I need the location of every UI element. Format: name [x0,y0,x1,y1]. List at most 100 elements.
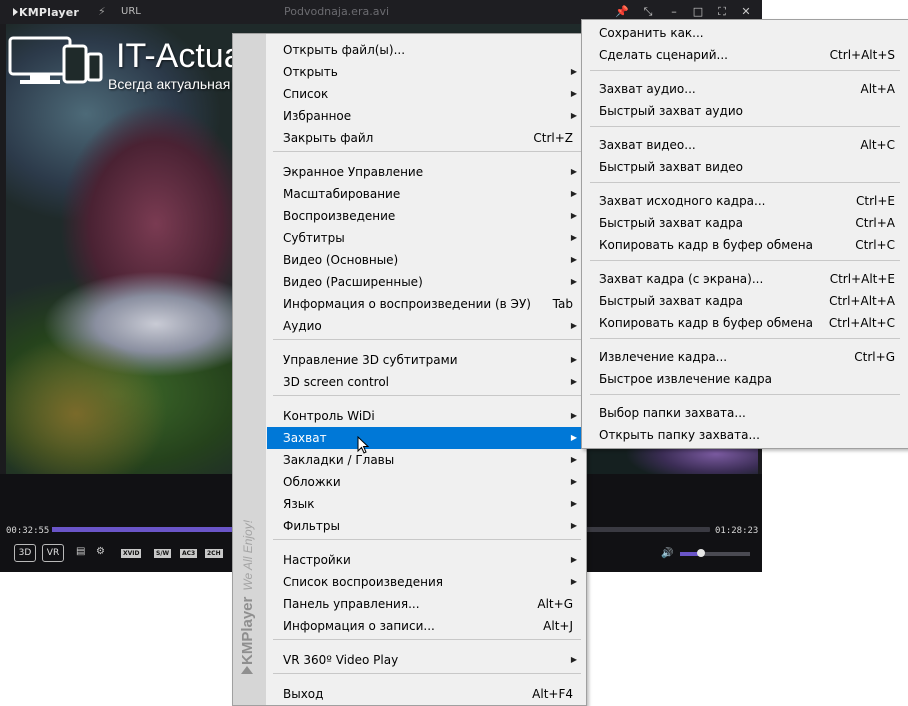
menu-item-26[interactable]: Выход Alt+F4 [267,683,585,705]
menu-item-label: Открыть [283,65,338,79]
menu-item-shortcut: Alt+A [860,82,895,96]
menu-brand-name: KMPlayer [239,596,256,665]
menu-item-shortcut: Ctrl+Alt+S [829,48,895,62]
settings-gear-icon[interactable]: ⚙ [96,546,105,557]
playlist-icon[interactable]: ▤ [76,546,85,557]
speaker-icon[interactable]: 🔊 [661,548,673,559]
menu-item-label: Захват видео... [599,138,696,152]
menu-item-shortcut: Ctrl+C [855,238,895,252]
close-icon[interactable]: ✕ [738,4,754,20]
capture-menu-item-14[interactable]: Выбор папки захвата... [583,402,907,424]
menu-item-shortcut: Alt+J [543,619,573,633]
menu-item-5[interactable]: Экранное Управление ▶ [267,161,585,183]
menu-item-24[interactable]: Информация о записи... Alt+J [267,615,585,637]
volume-knob[interactable] [697,549,705,557]
menu-item-19[interactable]: Язык ▶ [267,493,585,515]
capture-menu-item-0[interactable]: Сохранить как... [583,22,907,44]
capture-menu-item-4[interactable]: Захват видео... Alt+C [583,134,907,156]
menu-item-17[interactable]: Закладки / Главы ▶ [267,449,585,471]
menu-item-7[interactable]: Воспроизведение ▶ [267,205,585,227]
menu-item-22[interactable]: Список воспроизведения ▶ [267,571,585,593]
menu-item-3[interactable]: Избранное ▶ [267,105,585,127]
menu-item-shortcut: Ctrl+Z [533,131,573,145]
app-name: KMPlayer [19,6,80,19]
capture-menu-item-5[interactable]: Быстрый захват видео [583,156,907,178]
menu-item-1[interactable]: Открыть ▶ [267,61,585,83]
menu-item-label: Избранное [283,109,352,123]
menu-item-shortcut: Ctrl+Alt+A [829,294,895,308]
capture-menu-item-15[interactable]: Открыть папку захвата... [583,424,907,446]
submenu-arrow-icon: ▶ [570,411,577,420]
3d-button[interactable]: 3D [14,544,36,562]
capture-menu-item-10[interactable]: Быстрый захват кадра Ctrl+Alt+A [583,290,907,312]
capture-menu-item-7[interactable]: Быстрый захват кадра Ctrl+A [583,212,907,234]
minimize-icon[interactable]: – [666,4,682,20]
kmplayer-mark-icon [241,666,253,674]
volume-slider[interactable] [680,549,750,557]
menu-item-0[interactable]: Открыть файл(ы)... [267,39,585,61]
capture-menu-item-12[interactable]: Извлечение кадра... Ctrl+G [583,346,907,368]
kmplayer-logo[interactable]: KMPlayer [13,6,79,19]
menu-item-12[interactable]: Аудио ▶ [267,315,585,337]
menu-item-21[interactable]: Настройки ▶ [267,549,585,571]
menu-item-label: Открыть папку захвата... [599,428,760,442]
menu-item-label: Видео (Основные) [283,253,399,267]
menu-item-label: Захват исходного кадра... [599,194,766,208]
menu-brand-strip: KMPlayer We All Enjoy! [233,34,266,705]
menu-item-10[interactable]: Видео (Расширенные) ▶ [267,271,585,293]
menu-item-11[interactable]: Информация о воспроизведении (в ЭУ) Tab [267,293,585,315]
menu-item-label: Выбор папки захвата... [599,406,746,420]
capture-menu-item-11[interactable]: Копировать кадр в буфер обмена Ctrl+Alt+C [583,312,907,334]
pin-icon[interactable]: 📌 [614,4,630,20]
submenu-arrow-icon: ▶ [570,277,577,286]
submenu-arrow-icon: ▶ [570,577,577,586]
menu-item-8[interactable]: Субтитры ▶ [267,227,585,249]
menu-item-4[interactable]: Закрыть файл Ctrl+Z [267,127,585,149]
capture-menu-item-13[interactable]: Быстрое извлечение кадра [583,368,907,390]
context-menu-capture: Сохранить как... Сделать сценарий... Ctrl+… [581,19,908,449]
menu-item-label: Список [283,87,329,101]
menu-item-25[interactable]: VR 360º Video Play ▶ [267,649,585,671]
capture-menu-item-9[interactable]: Захват кадра (с экрана)... Ctrl+Alt+E [583,268,907,290]
context-menu-main: KMPlayer We All Enjoy! Открыть файл(ы)...… [232,33,587,706]
capture-menu-item-8[interactable]: Копировать кадр в буфер обмена Ctrl+C [583,234,907,256]
capture-menu-item-6[interactable]: Захват исходного кадра... Ctrl+E [583,190,907,212]
fullscreen-icon[interactable]: ⛶ [714,4,730,20]
menu-item-label: Экранное Управление [283,165,424,179]
menu-item-label: Копировать кадр в буфер обмена [599,316,813,330]
menu-item-14[interactable]: 3D screen control ▶ [267,371,585,393]
menu-item-label: Информация о воспроизведении (в ЭУ) [283,297,531,311]
menu-item-16[interactable]: Захват ▶ [267,427,585,449]
lightning-icon[interactable]: ⚡ [98,5,106,18]
menu-item-15[interactable]: Контроль WiDi ▶ [267,405,585,427]
menu-item-label: Информация о записи... [283,619,435,633]
submenu-arrow-icon: ▶ [570,433,577,442]
menu-item-18[interactable]: Обложки ▶ [267,471,585,493]
submenu-arrow-icon: ▶ [570,377,577,386]
capture-menu-item-3[interactable]: Быстрый захват аудио [583,100,907,122]
menu-separator [273,639,581,640]
menu-separator [590,394,900,395]
submenu-arrow-icon: ▶ [570,321,577,330]
menu-item-label: Язык [283,497,315,511]
url-button[interactable]: URL [121,6,141,17]
menu-item-23[interactable]: Панель управления... Alt+G [267,593,585,615]
submenu-arrow-icon: ▶ [570,89,577,98]
menu-item-20[interactable]: Фильтры ▶ [267,515,585,537]
menu-item-label: Управление 3D субтитрами [283,353,458,367]
menu-item-13[interactable]: Управление 3D субтитрами ▶ [267,349,585,371]
menu-item-label: Воспроизведение [283,209,396,223]
menu-item-2[interactable]: Список ▶ [267,83,585,105]
menu-item-label: Контроль WiDi [283,409,375,423]
menu-item-shortcut: Ctrl+Alt+E [829,272,895,286]
menu-item-6[interactable]: Масштабирование ▶ [267,183,585,205]
capture-menu-item-2[interactable]: Захват аудио... Alt+A [583,78,907,100]
menu-item-9[interactable]: Видео (Основные) ▶ [267,249,585,271]
menu-item-label: Закладки / Главы [283,453,395,467]
maximize-icon[interactable]: □ [690,4,706,20]
capture-menu-item-1[interactable]: Сделать сценарий... Ctrl+Alt+S [583,44,907,66]
vr-button[interactable]: VR [42,544,64,562]
menu-item-label: Выход [283,687,324,701]
collapse-icon[interactable]: ⤡ [640,4,656,20]
menu-item-label: Список воспроизведения [283,575,444,589]
